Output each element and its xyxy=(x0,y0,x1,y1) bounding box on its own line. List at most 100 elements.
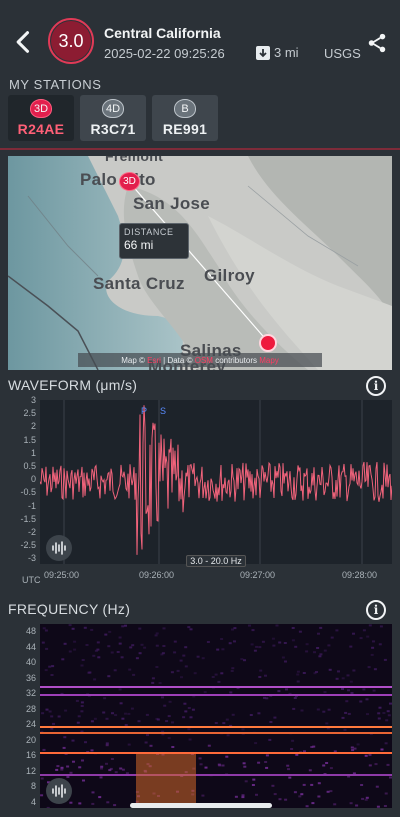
spectrogram-cell xyxy=(370,653,374,656)
home-indicator[interactable] xyxy=(130,803,272,808)
back-arrow-icon[interactable] xyxy=(10,28,38,56)
station-type-badge: 3D xyxy=(30,99,52,118)
spectrogram-cell xyxy=(248,624,251,627)
spectrogram-cell xyxy=(387,714,391,717)
spectrogram-cell xyxy=(355,804,359,807)
spectrogram-cell xyxy=(45,708,49,711)
spectrogram-cell xyxy=(264,674,267,677)
spectrogram-cell xyxy=(125,772,129,775)
spectrogram-cell xyxy=(78,766,82,769)
station-pin-icon[interactable]: 3D xyxy=(119,172,140,191)
spectrogram-cell xyxy=(120,656,124,659)
spectrogram-cell xyxy=(333,803,337,806)
attribution-mapy-link[interactable]: Mapy xyxy=(259,356,279,365)
spectrogram-cell xyxy=(137,720,141,723)
filter-band-label[interactable]: 3.0 - 20.0 Hz xyxy=(186,555,246,567)
spectrogram-audio-button[interactable] xyxy=(46,778,72,804)
station-tab-r3c71[interactable]: 4D R3C71 xyxy=(80,95,146,141)
spectrogram-cell xyxy=(77,715,81,718)
waveform-y-tick: -2.5 xyxy=(20,540,36,551)
spectrogram-cell xyxy=(329,767,333,770)
spectrogram-cell xyxy=(193,672,197,675)
share-icon[interactable] xyxy=(366,32,388,54)
spectrogram-cell xyxy=(231,713,235,716)
event-depth: 3 mi xyxy=(256,45,299,60)
spectrogram-cell xyxy=(265,754,269,757)
frequency-info-icon[interactable]: i xyxy=(366,600,386,620)
spectrogram-cell xyxy=(84,741,87,744)
spectrogram-cell xyxy=(105,742,109,745)
spectrogram-cell xyxy=(110,758,114,760)
spectrogram-cell xyxy=(68,624,72,627)
spectrogram-cell xyxy=(80,701,84,704)
epicenter-marker-icon[interactable] xyxy=(259,334,277,352)
attribution-osm-link[interactable]: OSM xyxy=(195,356,213,365)
spectrogram-cell xyxy=(221,764,225,767)
spectrogram-cell xyxy=(41,641,45,644)
spectrogram-cell xyxy=(296,673,300,676)
spectrogram-cell xyxy=(273,793,277,796)
spectrogram-cell xyxy=(293,791,297,794)
spectrogram-cell xyxy=(376,805,380,808)
spectrogram-band xyxy=(40,726,392,728)
waveform-x-tick: 09:27:00 xyxy=(240,570,276,580)
spectrogram-cell xyxy=(316,708,320,711)
event-map[interactable]: Fremont Palo Alto San Jose Santa Cruz Gi… xyxy=(8,156,392,370)
spectrogram-cell xyxy=(173,651,177,654)
spectrogram-cell xyxy=(386,763,390,766)
spectrogram-cell xyxy=(214,722,218,724)
spectrogram-cell xyxy=(359,637,363,640)
spectrogram-cell xyxy=(103,697,107,700)
station-tab-re991[interactable]: B RE991 xyxy=(152,95,218,141)
spectrogram-cell xyxy=(116,651,120,653)
spectrogram-cell xyxy=(167,715,171,718)
waveform-y-tick: -1 xyxy=(27,500,36,511)
spectrogram-cell xyxy=(323,649,327,652)
spectrogram-cell xyxy=(383,805,387,807)
waveform-timezone: UTC xyxy=(22,575,41,585)
spectrogram-cell xyxy=(124,624,127,627)
attribution-esri-link[interactable]: Esri xyxy=(147,356,161,365)
station-tab-r24ae[interactable]: 3D R24AE xyxy=(8,95,74,141)
spectrogram-cell xyxy=(240,658,244,661)
spectrogram-cell xyxy=(93,678,97,681)
spectrogram-cell xyxy=(156,718,160,721)
spectrogram-cell xyxy=(347,689,350,692)
waveform-y-tick: 3 xyxy=(30,395,36,405)
spectrogram-cell xyxy=(225,718,229,721)
waveform-audio-button[interactable] xyxy=(46,535,72,561)
spectrogram-cell xyxy=(372,640,375,643)
spectrogram-cell xyxy=(60,766,64,769)
spectrogram-cell xyxy=(187,626,191,629)
spectrogram-cell xyxy=(272,644,276,647)
spectrogram-cell xyxy=(170,671,174,674)
spectrogram-cell xyxy=(265,766,269,769)
waveform-info-icon[interactable]: i xyxy=(366,376,386,396)
spectrogram-cell xyxy=(366,635,370,638)
frequency-y-tick: 32 xyxy=(25,688,36,698)
frequency-y-tick: 36 xyxy=(25,672,36,683)
waveform-plot[interactable]: PS xyxy=(39,400,393,564)
waveform-y-tick: 0.5 xyxy=(23,461,36,471)
spectrogram-cell xyxy=(132,673,136,676)
spectrogram-cell xyxy=(201,657,205,660)
spectrogram-cell xyxy=(352,632,355,635)
spectrogram-plot[interactable] xyxy=(40,624,392,808)
waveform-trace-line xyxy=(39,405,393,555)
spectrogram-cell xyxy=(229,691,233,694)
spectrogram-cell xyxy=(130,707,134,710)
spectrogram-cell xyxy=(327,708,331,711)
spectrogram-cell xyxy=(352,669,356,672)
spectrogram-cell xyxy=(105,717,109,720)
frequency-y-tick: 4 xyxy=(30,796,36,807)
spectrogram-band xyxy=(40,774,392,776)
phase-marker-s: S xyxy=(160,406,166,416)
spectrogram-cell xyxy=(204,766,208,769)
spectrogram-cell xyxy=(50,715,54,718)
spectrogram-cell xyxy=(346,674,350,677)
waveform-y-tick: 0 xyxy=(30,474,36,485)
spectrogram-cell xyxy=(286,764,290,767)
spectrogram-cell xyxy=(188,738,192,741)
spectrogram-cell xyxy=(300,709,304,712)
spectrogram-cell xyxy=(322,710,326,713)
